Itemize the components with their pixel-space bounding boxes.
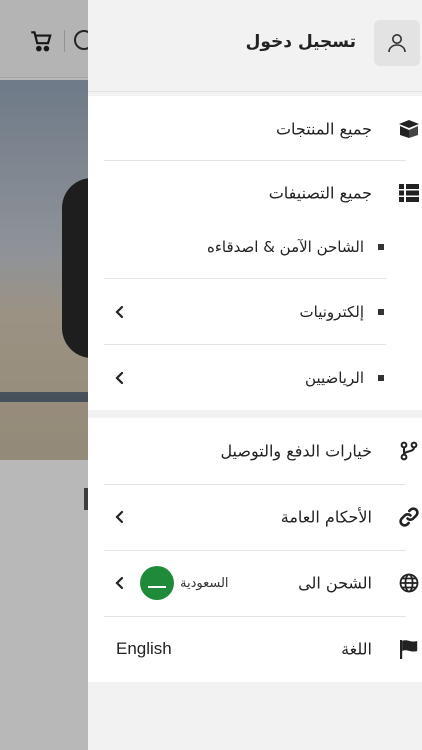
category-label: الشاحن الآمن & اصدقاءه (207, 238, 364, 256)
category-item[interactable]: الشاحن الآمن & اصدقاءه (88, 214, 422, 280)
side-drawer: تسجيل دخول جميع المنتجات جميع التصنيفات … (88, 0, 422, 750)
all-categories-label: جميع التصنيفات (268, 183, 372, 203)
language-value[interactable]: English (116, 639, 172, 659)
login-link[interactable]: تسجيل دخول (246, 32, 356, 52)
chevron-left-icon[interactable] (114, 510, 126, 524)
category-label: الرياضيين (305, 369, 364, 387)
all-products-item[interactable]: جميع المنتجات (88, 96, 422, 162)
chevron-left-icon[interactable] (114, 305, 126, 319)
terms-label: الأحكام العامة (280, 507, 372, 527)
chevron-left-icon[interactable] (114, 576, 126, 590)
flag-icon (398, 638, 420, 660)
globe-icon (398, 572, 420, 594)
user-icon[interactable] (374, 20, 420, 66)
category-item[interactable]: الرياضيين (88, 345, 422, 411)
payment-shipping-item[interactable]: خيارات الدفع والتوصيل (88, 418, 422, 484)
box-icon (398, 118, 420, 140)
drawer-header: تسجيل دخول (88, 0, 422, 92)
saudi-flag-icon (140, 566, 174, 600)
all-products-label: جميع المنتجات (275, 119, 372, 139)
list-icon (398, 182, 420, 204)
bullet (378, 309, 384, 315)
category-label: إلكترونيات (299, 303, 364, 321)
bullet (378, 244, 384, 250)
country-selector[interactable]: السعودية (140, 566, 229, 600)
route-icon (398, 440, 420, 462)
ship-to-item[interactable]: الشحن الى السعودية (88, 550, 422, 616)
catalog-section: جميع المنتجات جميع التصنيفات الشاحن الآم… (88, 96, 422, 410)
language-item[interactable]: اللغة English (88, 616, 422, 682)
settings-section: خيارات الدفع والتوصيل الأحكام العامة الش… (88, 418, 422, 682)
category-item[interactable]: إلكترونيات (88, 279, 422, 345)
chevron-left-icon[interactable] (114, 371, 126, 385)
country-name: السعودية (180, 575, 229, 591)
bullet (378, 375, 384, 381)
terms-item[interactable]: الأحكام العامة (88, 484, 422, 550)
ship-to-label: الشحن الى (298, 573, 372, 593)
link-icon (398, 506, 420, 528)
payment-shipping-label: خيارات الدفع والتوصيل (220, 441, 372, 461)
language-label: اللغة (341, 639, 372, 659)
